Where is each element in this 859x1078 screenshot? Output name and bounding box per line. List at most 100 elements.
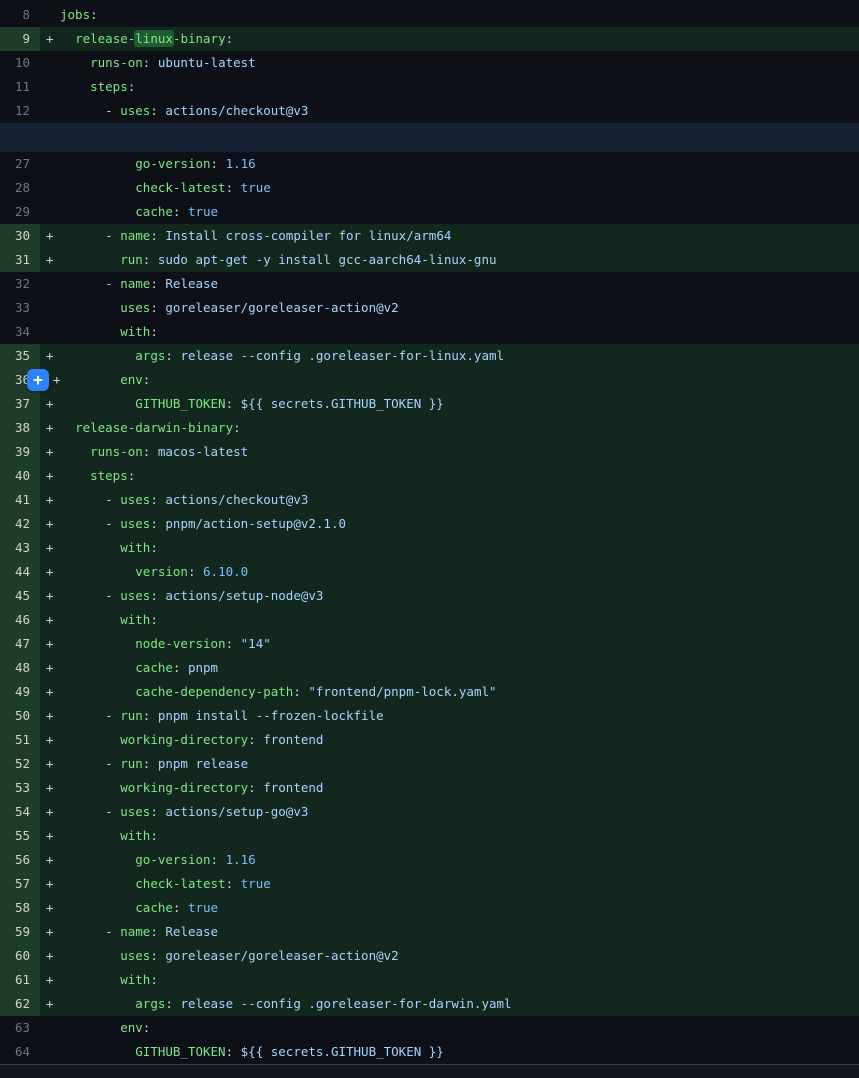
line-number[interactable]: 57 bbox=[0, 872, 40, 896]
code-token: : bbox=[150, 588, 165, 603]
line-number[interactable]: 12 bbox=[0, 99, 40, 123]
code-line: args: release --config .goreleaser-for-d… bbox=[60, 992, 859, 1016]
line-number[interactable]: 48 bbox=[0, 656, 40, 680]
line-number[interactable]: 55 bbox=[0, 824, 40, 848]
code-token: : bbox=[233, 420, 241, 435]
code-token: actions/checkout@v3 bbox=[165, 492, 308, 507]
code-token: Install cross-compiler for linux/arm64 bbox=[165, 228, 451, 243]
code-token bbox=[60, 444, 90, 459]
line-number[interactable]: 53 bbox=[0, 776, 40, 800]
line-number[interactable]: 50 bbox=[0, 704, 40, 728]
line-number[interactable]: 62 bbox=[0, 992, 40, 1016]
line-number[interactable]: 28 bbox=[0, 176, 40, 200]
line-number[interactable]: 61 bbox=[0, 968, 40, 992]
diff-marker: + bbox=[40, 632, 60, 656]
line-number[interactable]: 8 bbox=[0, 3, 40, 27]
diff-line: 55+ with: bbox=[0, 824, 859, 848]
line-number[interactable]: 51 bbox=[0, 728, 40, 752]
line-number[interactable]: 30 bbox=[0, 224, 40, 248]
diff-marker: + bbox=[40, 728, 60, 752]
code-line: uses: goreleaser/goreleaser-action@v2 bbox=[60, 296, 859, 320]
add-line-comment-button[interactable]: + bbox=[27, 369, 49, 391]
code-token: with bbox=[120, 540, 150, 555]
line-number[interactable]: 42 bbox=[0, 512, 40, 536]
code-token bbox=[60, 348, 135, 363]
code-token: : bbox=[143, 252, 158, 267]
code-token: : bbox=[248, 780, 263, 795]
line-number[interactable]: 29 bbox=[0, 200, 40, 224]
diff-line: 12 - uses: actions/checkout@v3 bbox=[0, 99, 859, 123]
line-number[interactable]: 34 bbox=[0, 320, 40, 344]
line-number[interactable]: 38 bbox=[0, 416, 40, 440]
diff-line: 48+ cache: pnpm bbox=[0, 656, 859, 680]
code-token: : bbox=[226, 31, 234, 46]
line-number[interactable]: 11 bbox=[0, 75, 40, 99]
code-token: : bbox=[150, 804, 165, 819]
line-number[interactable]: 47 bbox=[0, 632, 40, 656]
diff-line: 58+ cache: true bbox=[0, 896, 859, 920]
line-number[interactable]: 41 bbox=[0, 488, 40, 512]
line-number[interactable]: 54 bbox=[0, 800, 40, 824]
expand-hidden-lines-row[interactable] bbox=[0, 123, 859, 152]
code-token: true bbox=[241, 180, 271, 195]
code-token: : bbox=[150, 516, 165, 531]
diff-marker: + bbox=[40, 848, 60, 872]
line-number[interactable]: 43 bbox=[0, 536, 40, 560]
diff-line: 51+ working-directory: frontend bbox=[0, 728, 859, 752]
diff-line: 53+ working-directory: frontend bbox=[0, 776, 859, 800]
diff-marker: + bbox=[40, 536, 60, 560]
code-token bbox=[60, 252, 120, 267]
line-number[interactable]: 59 bbox=[0, 920, 40, 944]
code-token: : bbox=[128, 79, 136, 94]
line-number[interactable]: 27 bbox=[0, 152, 40, 176]
diff-marker: + bbox=[40, 512, 60, 536]
line-number[interactable]: 31 bbox=[0, 248, 40, 272]
line-number[interactable]: 44 bbox=[0, 560, 40, 584]
line-number[interactable]: 32 bbox=[0, 272, 40, 296]
line-number[interactable]: 49 bbox=[0, 680, 40, 704]
line-number[interactable]: 63 bbox=[0, 1016, 40, 1040]
code-token bbox=[60, 1020, 120, 1035]
diff-line: 56+ go-version: 1.16 bbox=[0, 848, 859, 872]
diff-marker: + bbox=[40, 464, 60, 488]
diff-marker: + bbox=[40, 488, 60, 512]
code-line: cache: true bbox=[60, 200, 859, 224]
diff-marker: + bbox=[40, 896, 60, 920]
diff-marker bbox=[40, 272, 60, 296]
line-number[interactable]: 64 bbox=[0, 1040, 40, 1064]
diff-marker: + bbox=[40, 224, 60, 248]
code-token: : bbox=[150, 924, 165, 939]
line-number[interactable]: 46 bbox=[0, 608, 40, 632]
line-number[interactable]: 40 bbox=[0, 464, 40, 488]
code-token: with bbox=[120, 324, 150, 339]
line-number[interactable]: 39 bbox=[0, 440, 40, 464]
code-token: : bbox=[173, 900, 188, 915]
line-number[interactable]: 9 bbox=[0, 27, 40, 51]
diff-marker bbox=[40, 296, 60, 320]
code-token: : bbox=[90, 7, 98, 22]
line-number[interactable]: 45 bbox=[0, 584, 40, 608]
line-number[interactable]: 33 bbox=[0, 296, 40, 320]
code-token: pnpm/action-setup@v2.1.0 bbox=[165, 516, 346, 531]
code-token bbox=[60, 612, 120, 627]
code-token: : bbox=[173, 660, 188, 675]
code-token: true bbox=[241, 876, 271, 891]
diff-marker: + bbox=[40, 872, 60, 896]
line-number[interactable]: 35 bbox=[0, 344, 40, 368]
code-line: with: bbox=[60, 320, 859, 344]
diff-line: 34 with: bbox=[0, 320, 859, 344]
line-number[interactable]: 10 bbox=[0, 51, 40, 75]
line-number[interactable]: 52 bbox=[0, 752, 40, 776]
line-number[interactable]: 37 bbox=[0, 392, 40, 416]
code-token: with bbox=[120, 612, 150, 627]
code-line: - uses: actions/checkout@v3 bbox=[60, 488, 859, 512]
code-token: args bbox=[135, 348, 165, 363]
code-line: GITHUB_TOKEN: ${{ secrets.GITHUB_TOKEN }… bbox=[60, 1040, 859, 1064]
diff-line: 61+ with: bbox=[0, 968, 859, 992]
code-token: go-version bbox=[135, 852, 210, 867]
diff-line: 28 check-latest: true bbox=[0, 176, 859, 200]
code-token: : bbox=[226, 180, 241, 195]
line-number[interactable]: 56 bbox=[0, 848, 40, 872]
line-number[interactable]: 58 bbox=[0, 896, 40, 920]
line-number[interactable]: 60 bbox=[0, 944, 40, 968]
